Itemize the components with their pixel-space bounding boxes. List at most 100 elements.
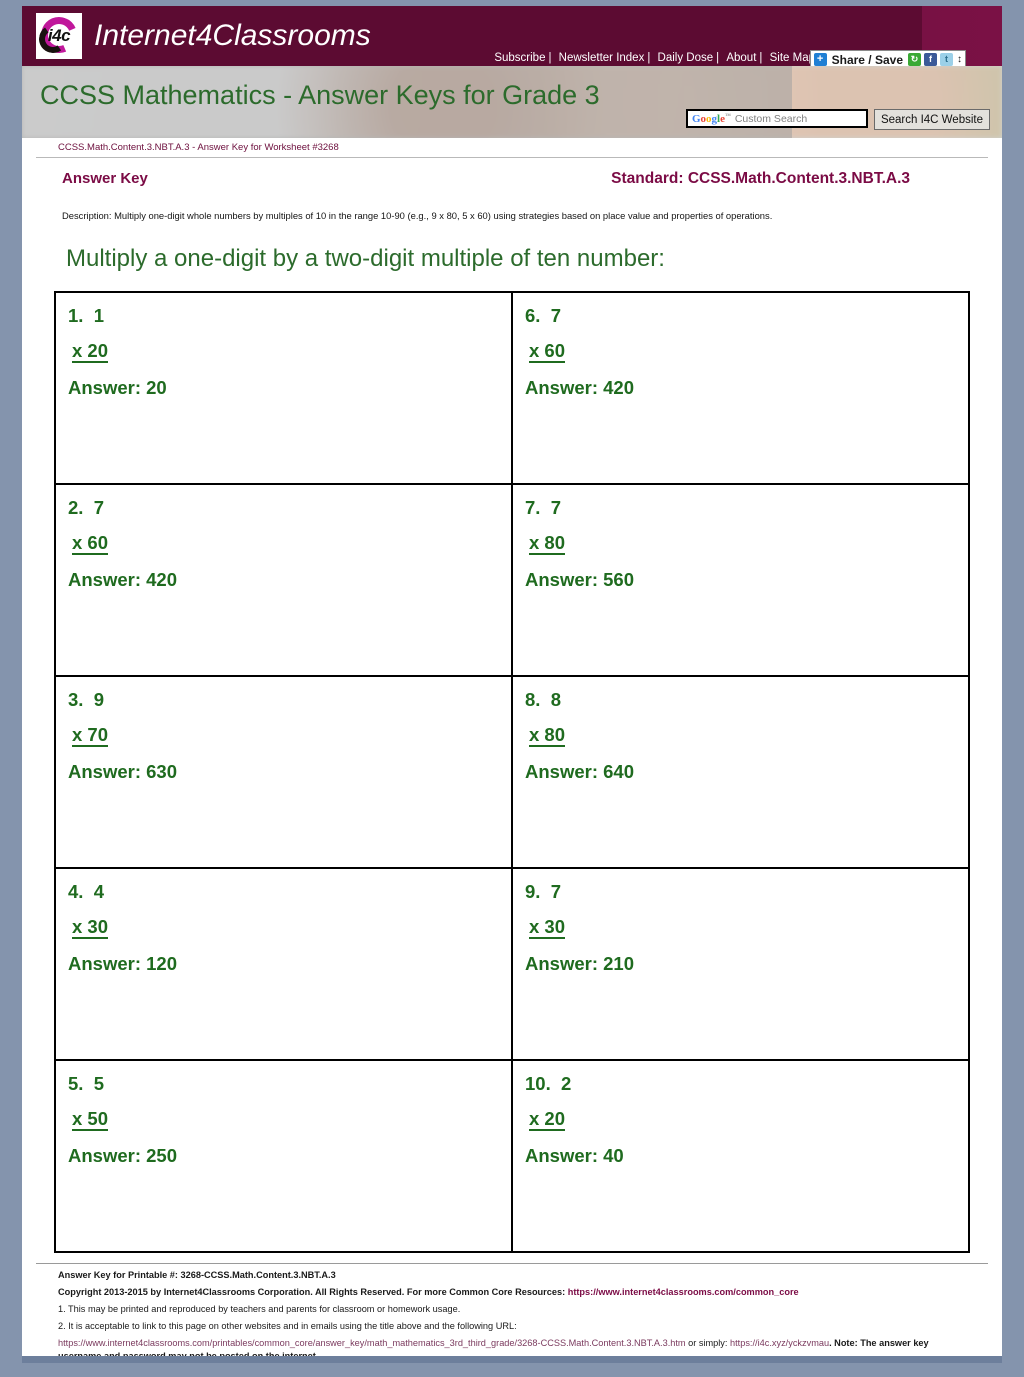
problem-number-and-operand: 1. 1 xyxy=(68,305,511,326)
page-root: i4c Internet4Classrooms Subscribe | Newsl… xyxy=(0,0,1024,1377)
worksheet-heading: Multiply a one-digit by a two-digit mult… xyxy=(66,245,665,272)
problem-multiplier: x 60 xyxy=(529,341,566,363)
terms-line-2: 2. It is acceptable to link to this page… xyxy=(58,1321,517,1331)
problem-cell: 7. 7 x 80 Answer: 560 xyxy=(512,484,969,676)
i4c-logo-icon: i4c xyxy=(35,11,83,59)
problem-top-operand: 7 xyxy=(93,497,105,518)
problem-top-operand: 8 xyxy=(550,689,562,710)
page-banner: CCSS Mathematics - Answer Keys for Grade… xyxy=(22,66,1002,138)
problem-top-operand: 7 xyxy=(550,497,562,518)
nav-item-daily-dose[interactable]: Daily Dose xyxy=(657,52,715,64)
problem-answer: Answer: 250 xyxy=(68,1145,177,1166)
problem-top-operand: 2 xyxy=(561,1073,572,1094)
problem-number-and-operand: 9. 7 xyxy=(525,881,968,902)
nav-item-about[interactable]: About xyxy=(725,52,757,64)
printable-id-line: Answer Key for Printable #: 3268-CCSS.Ma… xyxy=(58,1270,336,1280)
problem-top-operand: 4 xyxy=(93,881,105,902)
search-area: Google™ Custom Search Search I4C Website xyxy=(685,109,990,130)
share-plus-icon[interactable]: + xyxy=(813,53,827,66)
copyright-line: Copyright 2013-2015 by Internet4Classroo… xyxy=(58,1280,972,1297)
search-placeholder: Custom Search xyxy=(734,112,808,125)
search-button[interactable]: Search I4C Website xyxy=(873,109,990,130)
problem-cell: 3. 9 x 70 Answer: 630 xyxy=(55,676,512,868)
problem-number-and-operand: 5. 5 xyxy=(68,1073,511,1094)
problem-multiplier: x 70 xyxy=(72,725,109,747)
nav-sep: | xyxy=(716,52,720,64)
problem-cell: 10. 2 x 20 Answer: 40 xyxy=(512,1060,969,1252)
page-footer: Answer Key for Printable #: 3268-CCSS.Ma… xyxy=(36,1263,988,1363)
answer-key-row: Answer Key Standard: CCSS.Math.Content.3… xyxy=(36,158,988,188)
nav-item-newsletter-index[interactable]: Newsletter Index xyxy=(558,52,646,64)
problem-cell: 4. 4 x 30 Answer: 120 xyxy=(55,868,512,1060)
worksheet-long-url[interactable]: https://www.internet4classrooms.com/prin… xyxy=(58,1338,686,1348)
standard-description: Description: Multiply one-digit whole nu… xyxy=(62,210,773,221)
top-nav: Subscribe | Newsletter Index | Daily Dose |… xyxy=(493,52,816,64)
problem-number-and-operand: 4. 4 xyxy=(68,881,511,902)
problem-top-operand: 7 xyxy=(550,305,562,326)
chevron-updown-icon[interactable]: ↕ xyxy=(956,54,962,65)
problem-top-operand: 1 xyxy=(93,305,105,326)
google-logo-icon: Google™ xyxy=(691,112,731,125)
problem-answer: Answer: 640 xyxy=(525,761,634,782)
search-input[interactable]: Google™ Custom Search xyxy=(685,109,868,128)
problem-cell: 2. 7 x 60 Answer: 420 xyxy=(55,484,512,676)
problem-number-and-operand: 10. 2 xyxy=(525,1073,968,1094)
problem-cell: 1. 1 x 20 Answer: 20 xyxy=(55,292,512,484)
problem-number: 2. xyxy=(68,497,84,518)
problem-cell: 9. 7 x 30 Answer: 210 xyxy=(512,868,969,1060)
twitter-icon[interactable]: t xyxy=(940,53,953,66)
problem-number: 1. xyxy=(68,305,84,326)
nav-sep: | xyxy=(548,52,552,64)
footer-bar xyxy=(22,1356,1002,1363)
problem-answer: Answer: 40 xyxy=(525,1145,624,1166)
problem-cell: 8. 8 x 80 Answer: 640 xyxy=(512,676,969,868)
terms-line-1: 1. This may be printed and reproduced by… xyxy=(58,1304,461,1314)
worksheet-short-url[interactable]: https://i4c.xyz/yckzvmau xyxy=(730,1338,829,1348)
answer-key-label: Answer Key xyxy=(62,170,148,187)
worksheet-sheet: i4c Internet4Classrooms Subscribe | Newsl… xyxy=(22,6,1002,1363)
facebook-icon[interactable]: f xyxy=(924,53,937,66)
site-header: i4c Internet4Classrooms Subscribe | Newsl… xyxy=(22,6,1002,69)
problem-multiplier: x 20 xyxy=(72,341,109,363)
problem-answer: Answer: 560 xyxy=(525,569,634,590)
worksheet-subcode: CCSS.Math.Content.3.NBT.A.3 - Answer Key… xyxy=(58,142,339,153)
problem-multiplier: x 80 xyxy=(529,725,566,747)
problem-multiplier: x 60 xyxy=(72,533,109,555)
share-save-label: Share / Save xyxy=(831,52,903,67)
problem-answer: Answer: 20 xyxy=(68,377,167,398)
problem-multiplier: x 50 xyxy=(72,1109,109,1131)
problem-top-operand: 5 xyxy=(93,1073,105,1094)
problem-number: 8. xyxy=(525,689,541,710)
standard-label: Standard: CCSS.Math.Content.3.NBT.A.3 xyxy=(611,170,910,187)
problem-multiplier: x 20 xyxy=(529,1109,566,1131)
problem-number-and-operand: 7. 7 xyxy=(525,497,968,518)
or-simply-text: or simply: xyxy=(685,1338,731,1348)
problem-number: 4. xyxy=(68,881,84,902)
problem-cell: 5. 5 x 50 Answer: 250 xyxy=(55,1060,512,1252)
problem-multiplier: x 30 xyxy=(72,917,109,939)
problem-number: 3. xyxy=(68,689,84,710)
problem-number: 7. xyxy=(525,497,541,518)
problem-answer: Answer: 420 xyxy=(68,569,177,590)
problem-number-and-operand: 3. 9 xyxy=(68,689,511,710)
share-recycle-icon[interactable]: ↻ xyxy=(908,53,921,66)
problem-multiplier: x 30 xyxy=(529,917,566,939)
problem-multiplier: x 80 xyxy=(529,533,566,555)
problem-top-operand: 7 xyxy=(550,881,562,902)
common-core-link[interactable]: https://www.internet4classrooms.com/comm… xyxy=(568,1287,799,1297)
nav-sep: | xyxy=(759,52,763,64)
problem-number-and-operand: 2. 7 xyxy=(68,497,511,518)
nav-sep: | xyxy=(647,52,651,64)
problems-grid: 1. 1 x 20 Answer: 20 6. 7 x 60 Answer: 4… xyxy=(54,291,970,1253)
problem-number-and-operand: 8. 8 xyxy=(525,689,968,710)
main-content: CCSS.Math.Content.3.NBT.A.3 - Answer Key… xyxy=(22,138,1002,1363)
site-logo-text: Internet4Classrooms xyxy=(94,19,371,52)
problem-number: 5. xyxy=(68,1073,84,1094)
problem-answer: Answer: 630 xyxy=(68,761,177,782)
copyright-text: Copyright 2013-2015 by Internet4Classroo… xyxy=(58,1287,568,1297)
nav-item-subscribe[interactable]: Subscribe xyxy=(493,52,546,64)
problem-top-operand: 9 xyxy=(93,689,105,710)
problem-number: 10. xyxy=(525,1073,551,1094)
problem-cell: 6. 7 x 60 Answer: 420 xyxy=(512,292,969,484)
problem-number: 9. xyxy=(525,881,541,902)
